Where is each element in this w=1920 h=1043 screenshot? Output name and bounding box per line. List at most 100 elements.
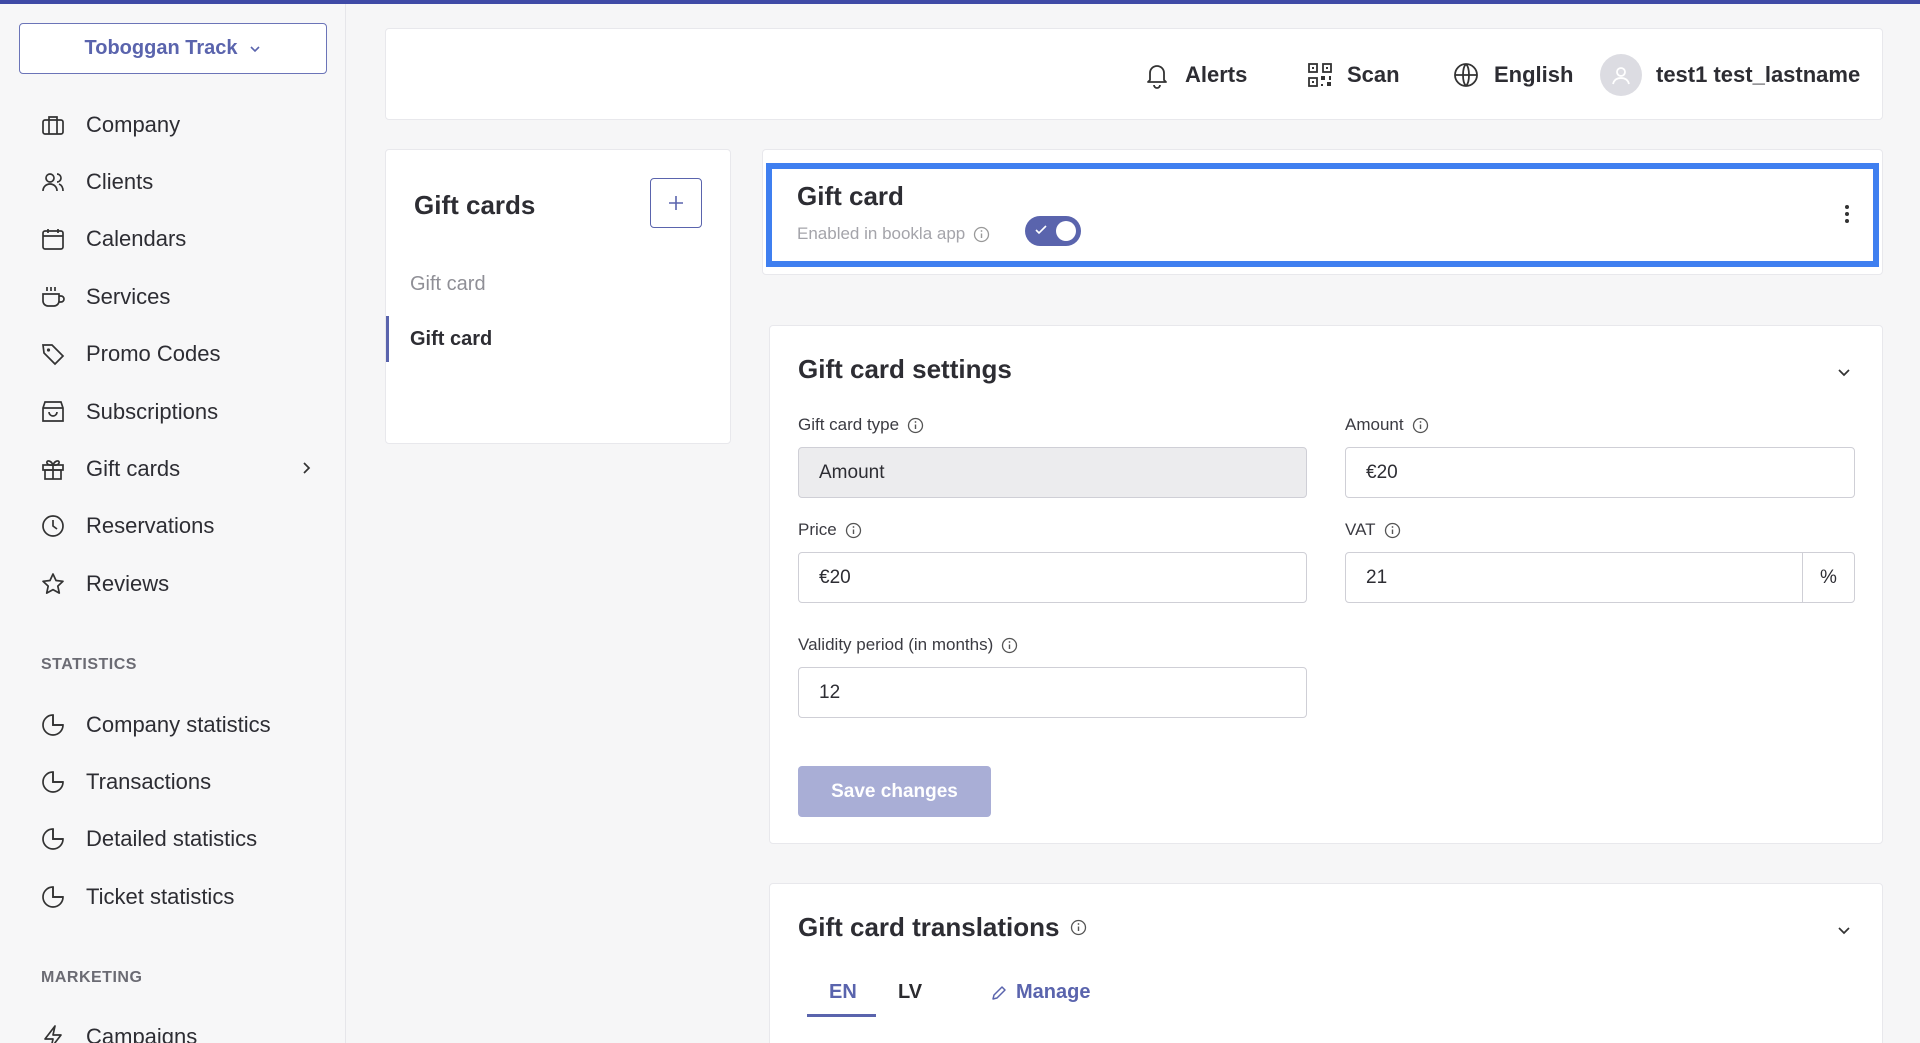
label-text: Validity period (in months) <box>798 635 994 654</box>
percent-suffix: % <box>1802 553 1854 602</box>
sidebar-item-gift-cards[interactable]: Gift cards <box>0 440 346 497</box>
sidebar-item-promo-codes[interactable]: Promo Codes <box>0 326 346 383</box>
statistics-nav: Company statistics Transactions Detailed… <box>0 696 346 926</box>
alerts-button[interactable]: Alerts <box>1143 29 1247 121</box>
enabled-toggle[interactable] <box>1025 216 1081 246</box>
vat-field[interactable]: 21 % <box>1345 552 1855 603</box>
enabled-label-row: Enabled in bookla app <box>797 224 990 244</box>
more-vertical-icon[interactable] <box>1843 203 1851 225</box>
list-title: Gift cards <box>414 190 536 220</box>
user-menu[interactable]: test1 test_lastname <box>1600 29 1860 121</box>
settings-title-text: Gift card settings <box>798 354 1012 384</box>
info-icon <box>1002 637 1018 653</box>
price-label: Price <box>798 520 862 540</box>
bell-icon <box>1147 65 1167 89</box>
sidebar-item-label: Company statistics <box>86 711 271 737</box>
info-icon <box>974 226 990 242</box>
sidebar: Toboggan Track Company Clients Calendars… <box>0 4 346 1043</box>
marketing-nav: Campaigns <box>0 1008 346 1043</box>
star-icon <box>42 572 64 594</box>
list-item[interactable]: Gift card <box>386 261 730 307</box>
enabled-label: Enabled in bookla app <box>797 224 966 243</box>
sidebar-item-label: Detailed statistics <box>86 826 258 852</box>
vat-label: VAT <box>1345 520 1401 540</box>
gift-card-header: Gift card Enabled in bookla app <box>766 163 1879 267</box>
chevron-down-icon <box>250 45 261 52</box>
pie-chart-icon <box>42 771 64 793</box>
amount-label: Amount <box>1345 415 1429 435</box>
sidebar-item-company-statistics[interactable]: Company statistics <box>0 696 346 753</box>
sidebar-item-campaigns[interactable]: Campaigns <box>0 1008 346 1043</box>
users-icon <box>42 173 64 192</box>
marketing-section-title: MARKETING <box>41 969 143 986</box>
gift-card-type-field: Amount <box>798 447 1307 498</box>
check-icon <box>1035 225 1047 235</box>
sidebar-item-transactions[interactable]: Transactions <box>0 753 346 810</box>
save-changes-button[interactable]: Save changes <box>798 766 991 817</box>
alerts-label: Alerts <box>1185 62 1248 87</box>
sidebar-item-reviews[interactable]: Reviews <box>0 555 346 612</box>
amount-field[interactable]: €20 <box>1345 447 1855 498</box>
sidebar-item-services[interactable]: Services <box>0 268 346 325</box>
gift-icon <box>42 460 64 480</box>
sidebar-item-ticket-statistics[interactable]: Ticket statistics <box>0 868 346 925</box>
plus-icon <box>669 196 683 210</box>
coffee-icon <box>42 286 65 307</box>
globe-icon <box>1454 63 1478 87</box>
scan-label: Scan <box>1347 62 1400 87</box>
calendar-icon <box>42 229 64 251</box>
pie-chart-icon <box>42 828 64 851</box>
language-label: English <box>1494 62 1574 87</box>
sidebar-item-label: Gift cards <box>86 456 181 482</box>
tab-lv[interactable]: LV <box>898 981 922 1004</box>
avatar <box>1600 54 1642 96</box>
sidebar-item-label: Reviews <box>86 570 170 596</box>
manage-translations-button[interactable]: Manage <box>990 981 1090 1004</box>
sidebar-item-label: Clients <box>86 169 154 195</box>
sidebar-item-calendars[interactable]: Calendars <box>0 211 346 268</box>
top-header: Alerts Scan English test1 test_lastname <box>385 28 1883 120</box>
qr-code-icon <box>1308 63 1332 87</box>
statistics-section-title: STATISTICS <box>41 656 137 673</box>
gift-card-type-label: Gift card type <box>798 415 924 435</box>
pie-chart-icon <box>42 886 64 908</box>
gift-card-settings-card: Gift card settings Gift card type Amount… <box>769 325 1883 844</box>
sidebar-item-label: Campaigns <box>86 1023 198 1043</box>
sidebar-item-company[interactable]: Company <box>0 96 346 153</box>
main-nav: Company Clients Calendars Services Promo… <box>0 96 346 613</box>
sidebar-item-label: Reservations <box>86 513 215 539</box>
sidebar-item-reservations[interactable]: Reservations <box>0 498 346 555</box>
pencil-icon <box>992 985 1006 1000</box>
label-text: Price <box>798 520 837 539</box>
bag-icon <box>42 400 64 422</box>
briefcase-icon <box>42 115 64 135</box>
chevron-down-icon[interactable] <box>1836 364 1852 380</box>
info-icon <box>907 417 924 433</box>
sidebar-item-label: Promo Codes <box>86 341 221 367</box>
sidebar-item-label: Ticket statistics <box>86 883 235 909</box>
info-icon <box>845 522 861 538</box>
translations-title: Gift card translations <box>798 912 1087 943</box>
gift-card-list-panel: Gift cards Gift card Gift card <box>385 149 731 444</box>
add-gift-card-button[interactable] <box>650 178 702 228</box>
sidebar-item-label: Transactions <box>86 769 212 795</box>
user-icon <box>1612 67 1630 85</box>
chevron-down-icon[interactable] <box>1836 922 1852 938</box>
clock-icon <box>42 515 64 538</box>
label-text: VAT <box>1345 520 1376 539</box>
sidebar-item-detailed-statistics[interactable]: Detailed statistics <box>0 811 346 868</box>
language-selector[interactable]: English <box>1452 29 1573 121</box>
tag-icon <box>42 344 65 366</box>
list-item[interactable]: Gift card <box>386 316 730 362</box>
sidebar-item-label: Services <box>86 283 171 309</box>
scan-button[interactable]: Scan <box>1307 29 1400 121</box>
price-field[interactable]: €20 <box>798 552 1307 603</box>
sidebar-item-subscriptions[interactable]: Subscriptions <box>0 383 346 440</box>
validity-field[interactable]: 12 <box>798 667 1307 718</box>
sidebar-item-clients[interactable]: Clients <box>0 153 346 210</box>
toggle-knob <box>1056 221 1076 241</box>
label-text: Gift card type <box>798 415 900 434</box>
tab-en[interactable]: EN <box>829 981 857 1004</box>
pie-chart-icon <box>42 713 64 736</box>
company-selector[interactable]: Toboggan Track <box>19 23 327 74</box>
